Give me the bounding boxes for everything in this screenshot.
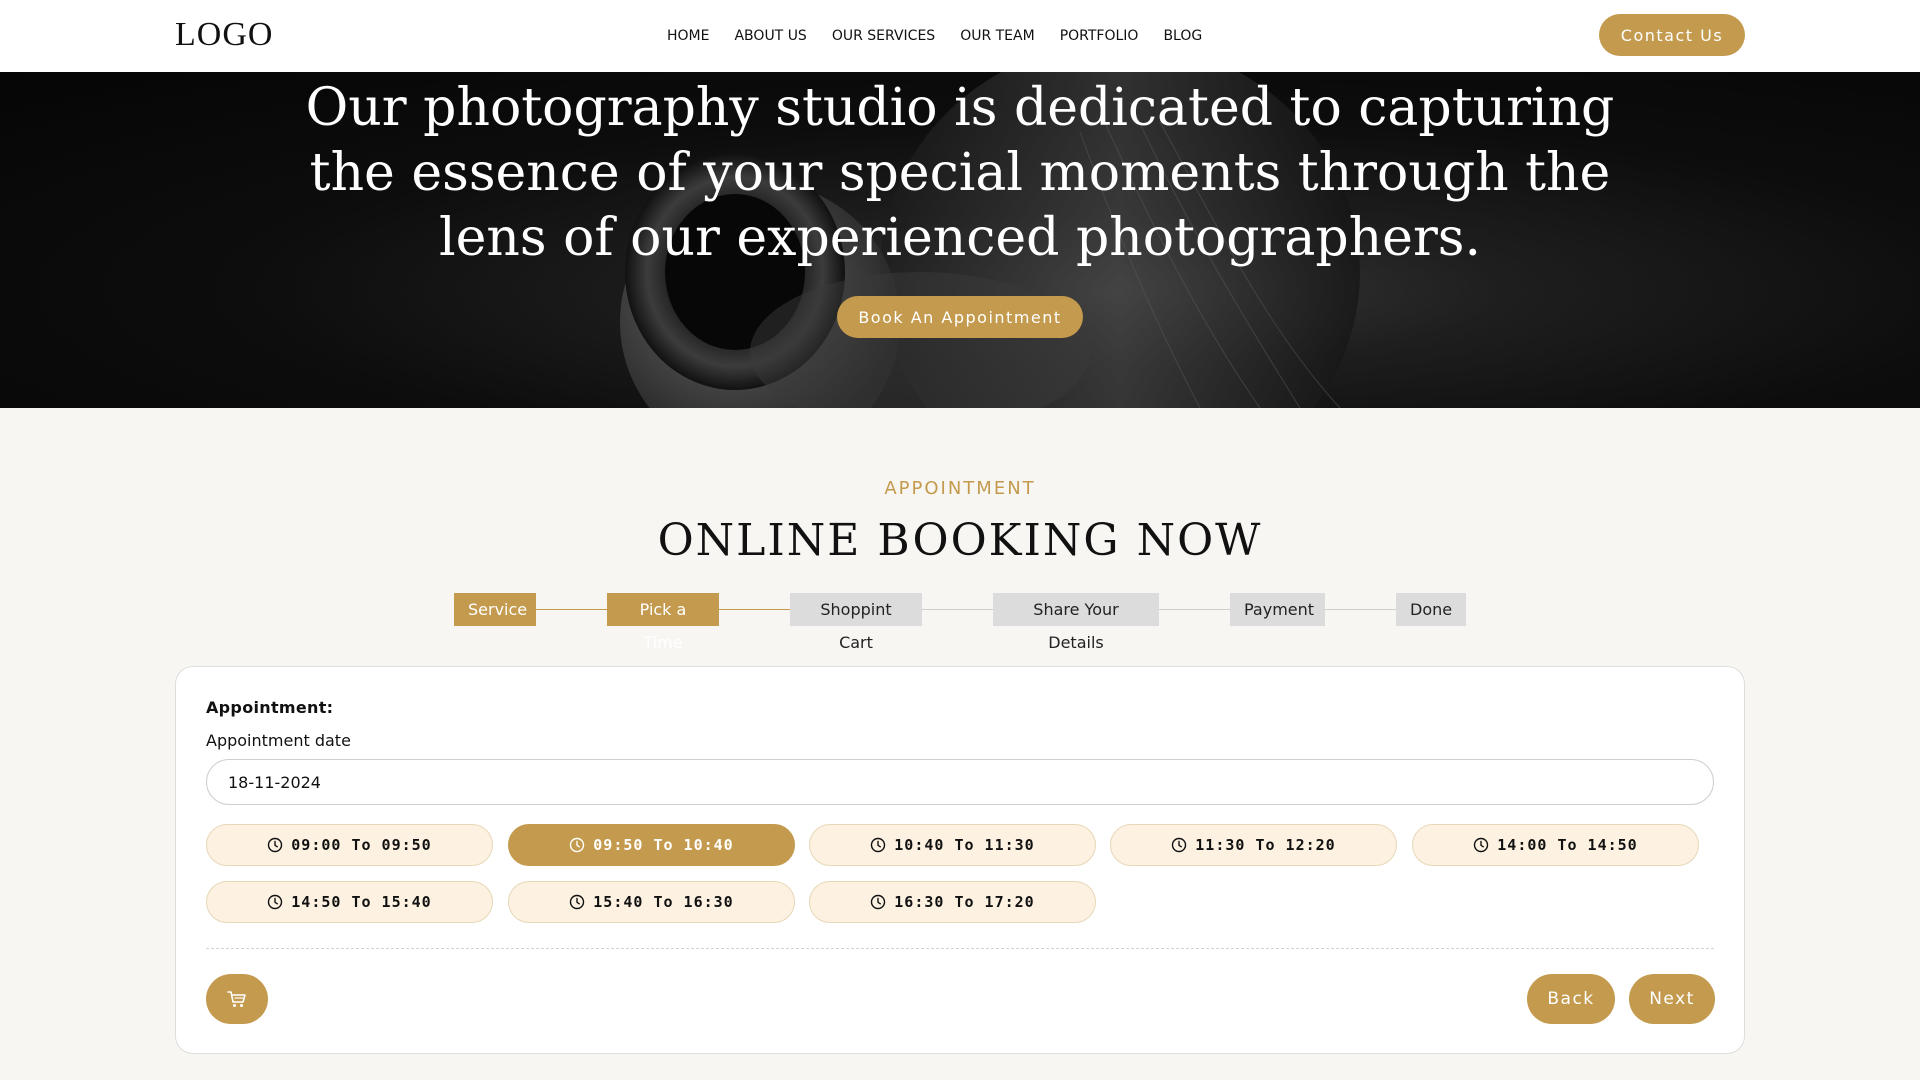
clock-icon bbox=[871, 837, 886, 853]
time-slot-label: 11:30 To 12:20 bbox=[1195, 836, 1336, 854]
nav-our-team[interactable]: OUR TEAM bbox=[960, 28, 1035, 44]
hero-banner: Our photography studio is dedicated to c… bbox=[0, 72, 1920, 408]
time-slot[interactable]: 14:00 To 14:50 bbox=[1412, 824, 1699, 866]
time-slot[interactable]: 10:40 To 11:30 bbox=[809, 824, 1096, 866]
clock-icon bbox=[570, 837, 585, 853]
nav-our-services[interactable]: OUR SERVICES bbox=[832, 28, 935, 44]
step-share-your-details[interactable]: Share Your Details bbox=[993, 593, 1159, 652]
time-slot[interactable]: 14:50 To 15:40 bbox=[206, 881, 493, 923]
step-payment[interactable]: Payment bbox=[1230, 593, 1325, 626]
time-slot[interactable]: 16:30 To 17:20 bbox=[809, 881, 1096, 923]
booking-card: Appointment: Appointment date 09:00 To 0… bbox=[175, 666, 1745, 1054]
contact-us-button[interactable]: Contact Us bbox=[1599, 14, 1745, 56]
clock-icon bbox=[1172, 837, 1187, 853]
nav-blog[interactable]: BLOG bbox=[1163, 28, 1202, 44]
site-header: LOGO HOME ABOUT US OUR SERVICES OUR TEAM… bbox=[0, 0, 1920, 72]
step-service[interactable]: Service bbox=[454, 593, 536, 626]
step-connector bbox=[1159, 609, 1230, 610]
time-slot-selected[interactable]: 09:50 To 10:40 bbox=[508, 824, 795, 866]
clock-icon bbox=[871, 894, 886, 910]
step-connector bbox=[1325, 609, 1396, 610]
appointment-date-label: Appointment date bbox=[206, 731, 351, 750]
step-connector bbox=[536, 609, 607, 610]
time-slot-label: 16:30 To 17:20 bbox=[894, 893, 1035, 911]
clock-icon bbox=[268, 894, 283, 910]
step-connector bbox=[719, 609, 790, 610]
clock-icon bbox=[1474, 837, 1489, 853]
divider bbox=[206, 948, 1714, 949]
time-slot[interactable]: 09:00 To 09:50 bbox=[206, 824, 493, 866]
step-connector bbox=[922, 609, 993, 610]
hero-title: Our photography studio is dedicated to c… bbox=[305, 78, 1615, 268]
nav-home[interactable]: HOME bbox=[667, 28, 709, 44]
time-slot[interactable]: 15:40 To 16:30 bbox=[508, 881, 795, 923]
step-shopping-cart[interactable]: Shoppint Cart bbox=[790, 593, 922, 652]
step-done[interactable]: Done bbox=[1396, 593, 1466, 626]
time-slot-label: 09:50 To 10:40 bbox=[593, 836, 734, 854]
main-nav: HOME ABOUT US OUR SERVICES OUR TEAM PORT… bbox=[667, 28, 1202, 44]
time-slot-label: 15:40 To 16:30 bbox=[593, 893, 734, 911]
section-title: ONLINE BOOKING NOW bbox=[657, 515, 1263, 566]
book-appointment-button[interactable]: Book An Appointment bbox=[837, 296, 1083, 338]
nav-about-us[interactable]: ABOUT US bbox=[734, 28, 806, 44]
back-button[interactable]: Back bbox=[1527, 974, 1615, 1024]
logo[interactable]: LOGO bbox=[175, 16, 273, 54]
section-eyebrow: APPOINTMENT bbox=[884, 478, 1036, 499]
time-slot[interactable]: 11:30 To 12:20 bbox=[1110, 824, 1397, 866]
appointment-date-input[interactable] bbox=[206, 759, 1714, 805]
cart-icon bbox=[227, 991, 246, 1007]
clock-icon bbox=[570, 894, 585, 910]
next-button[interactable]: Next bbox=[1629, 974, 1715, 1024]
time-slot-label: 10:40 To 11:30 bbox=[894, 836, 1035, 854]
clock-icon bbox=[268, 837, 283, 853]
appointment-label: Appointment: bbox=[206, 698, 334, 717]
step-pick-a-time[interactable]: Pick a Time bbox=[607, 593, 719, 652]
time-slot-label: 14:50 To 15:40 bbox=[291, 893, 432, 911]
time-slot-label: 09:00 To 09:50 bbox=[291, 836, 432, 854]
cart-button[interactable] bbox=[206, 974, 268, 1024]
nav-portfolio[interactable]: PORTFOLIO bbox=[1060, 28, 1139, 44]
time-slot-label: 14:00 To 14:50 bbox=[1497, 836, 1638, 854]
